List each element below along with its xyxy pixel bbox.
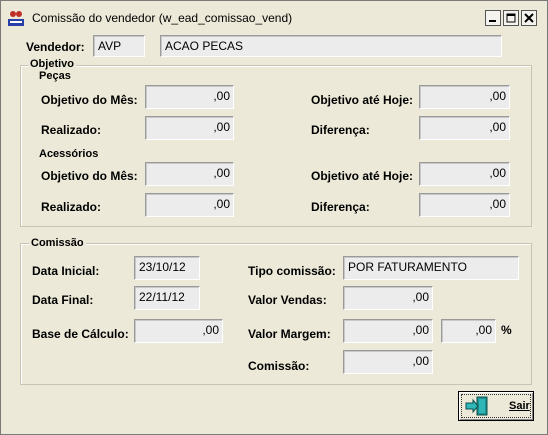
exit-door-icon	[465, 396, 488, 416]
pecas-realizado-label: Realizado:	[41, 123, 102, 137]
pecas-objetivo-mes-field[interactable]: ,00	[145, 85, 234, 109]
pecas-objetivo-mes-label: Objetivo do Mês:	[41, 93, 138, 107]
data-final-field[interactable]: 22/11/12	[134, 286, 200, 310]
valor-margem-field[interactable]: ,00	[343, 319, 433, 343]
data-inicial-field[interactable]: 23/10/12	[134, 256, 200, 280]
pecas-title: Peças	[39, 70, 71, 82]
acessorios-objetivo-mes-field[interactable]: ,00	[145, 162, 234, 186]
minimize-icon	[489, 20, 496, 22]
margem-percent-field[interactable]: ,00	[441, 319, 496, 343]
close-button[interactable]	[521, 10, 537, 26]
valor-vendas-field[interactable]: ,00	[343, 286, 433, 310]
acessorios-realizado-label: Realizado:	[41, 200, 102, 214]
close-icon	[524, 13, 534, 23]
acessorios-objetivo-hoje-field[interactable]: ,00	[419, 162, 510, 186]
objetivo-title: Objetivo	[28, 58, 77, 70]
comissao-title: Comissão	[29, 237, 86, 249]
acessorios-objetivo-mes-label: Objetivo do Mês:	[41, 169, 138, 183]
window-title: Comissão do vendedor (w_ead_comissao_ven…	[32, 11, 293, 25]
minimize-button[interactable]	[485, 10, 501, 26]
comissao-value-field[interactable]: ,00	[343, 350, 433, 374]
pecas-objetivo-hoje-field[interactable]: ,00	[419, 85, 510, 109]
pecas-objetivo-hoje-label: Objetivo até Hoje:	[311, 93, 414, 107]
tipo-comissao-label: Tipo comissão:	[248, 264, 336, 278]
sair-label: Sair	[509, 400, 530, 412]
pecas-realizado-field[interactable]: ,00	[145, 116, 234, 140]
tipo-comissao-field[interactable]: POR FATURAMENTO	[343, 256, 519, 280]
percent-sign: %	[501, 323, 512, 337]
vendedor-name-field[interactable]: ACAO PECAS	[160, 35, 502, 57]
vendedor-label: Vendedor:	[26, 40, 85, 54]
acessorios-realizado-field[interactable]: ,00	[145, 193, 234, 217]
base-calculo-label: Base de Cálculo:	[32, 327, 129, 341]
pecas-diferenca-label: Diferença:	[311, 123, 370, 137]
vendedor-code-field[interactable]: AVP	[93, 35, 145, 57]
dialog-window: Comissão do vendedor (w_ead_comissao_ven…	[0, 0, 548, 435]
data-inicial-label: Data Inicial:	[32, 264, 100, 278]
pecas-diferenca-field[interactable]: ,00	[419, 116, 510, 140]
acessorios-title: Acessórios	[39, 148, 99, 160]
acessorios-diferenca-label: Diferença:	[311, 200, 370, 214]
acessorios-diferenca-field[interactable]: ,00	[419, 193, 510, 217]
maximize-icon	[506, 13, 516, 23]
data-final-label: Data Final:	[32, 293, 94, 307]
maximize-button[interactable]	[503, 10, 519, 26]
valor-margem-label: Valor Margem:	[248, 327, 331, 341]
acessorios-objetivo-hoje-label: Objetivo até Hoje:	[311, 169, 414, 183]
title-bar[interactable]: Comissão do vendedor (w_ead_comissao_ven…	[1, 1, 547, 33]
app-icon	[8, 10, 24, 26]
base-calculo-field[interactable]: ,00	[134, 319, 223, 343]
sair-button[interactable]: Sair	[458, 391, 534, 421]
valor-vendas-label: Valor Vendas:	[248, 293, 327, 307]
comissao-value-label: Comissão:	[248, 359, 310, 373]
